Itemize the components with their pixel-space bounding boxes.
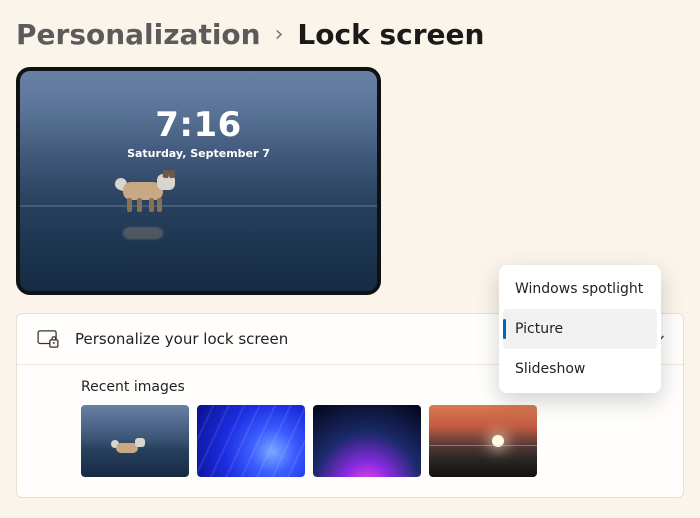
preview-subject-wolf [113, 168, 177, 214]
dropdown-item-spotlight[interactable]: Windows spotlight [503, 269, 657, 309]
dropdown-item-picture[interactable]: Picture [503, 309, 657, 349]
lockscreen-icon [37, 330, 59, 348]
preview-date: Saturday, September 7 [20, 147, 377, 160]
dropdown-item-slideshow[interactable]: Slideshow [503, 349, 657, 389]
recent-thumb-3[interactable] [313, 405, 421, 477]
recent-thumb-1[interactable] [81, 405, 189, 477]
breadcrumb-current: Lock screen [297, 18, 484, 51]
recent-thumb-4[interactable] [429, 405, 537, 477]
breadcrumb-parent[interactable]: Personalization [16, 18, 261, 51]
recent-thumb-2[interactable] [197, 405, 305, 477]
recent-thumbnails [81, 405, 663, 477]
preview-clock: 7:16 Saturday, September 7 [20, 105, 377, 160]
personalize-title: Personalize your lock screen [75, 330, 288, 348]
breadcrumb: Personalization › Lock screen [0, 0, 700, 61]
preview-background [20, 71, 377, 291]
preview-time: 7:16 [20, 105, 377, 145]
chevron-right-icon: › [275, 22, 284, 47]
lockscreen-preview: 7:16 Saturday, September 7 [16, 67, 381, 295]
background-mode-dropdown[interactable]: Windows spotlight Picture Slideshow [499, 265, 661, 393]
